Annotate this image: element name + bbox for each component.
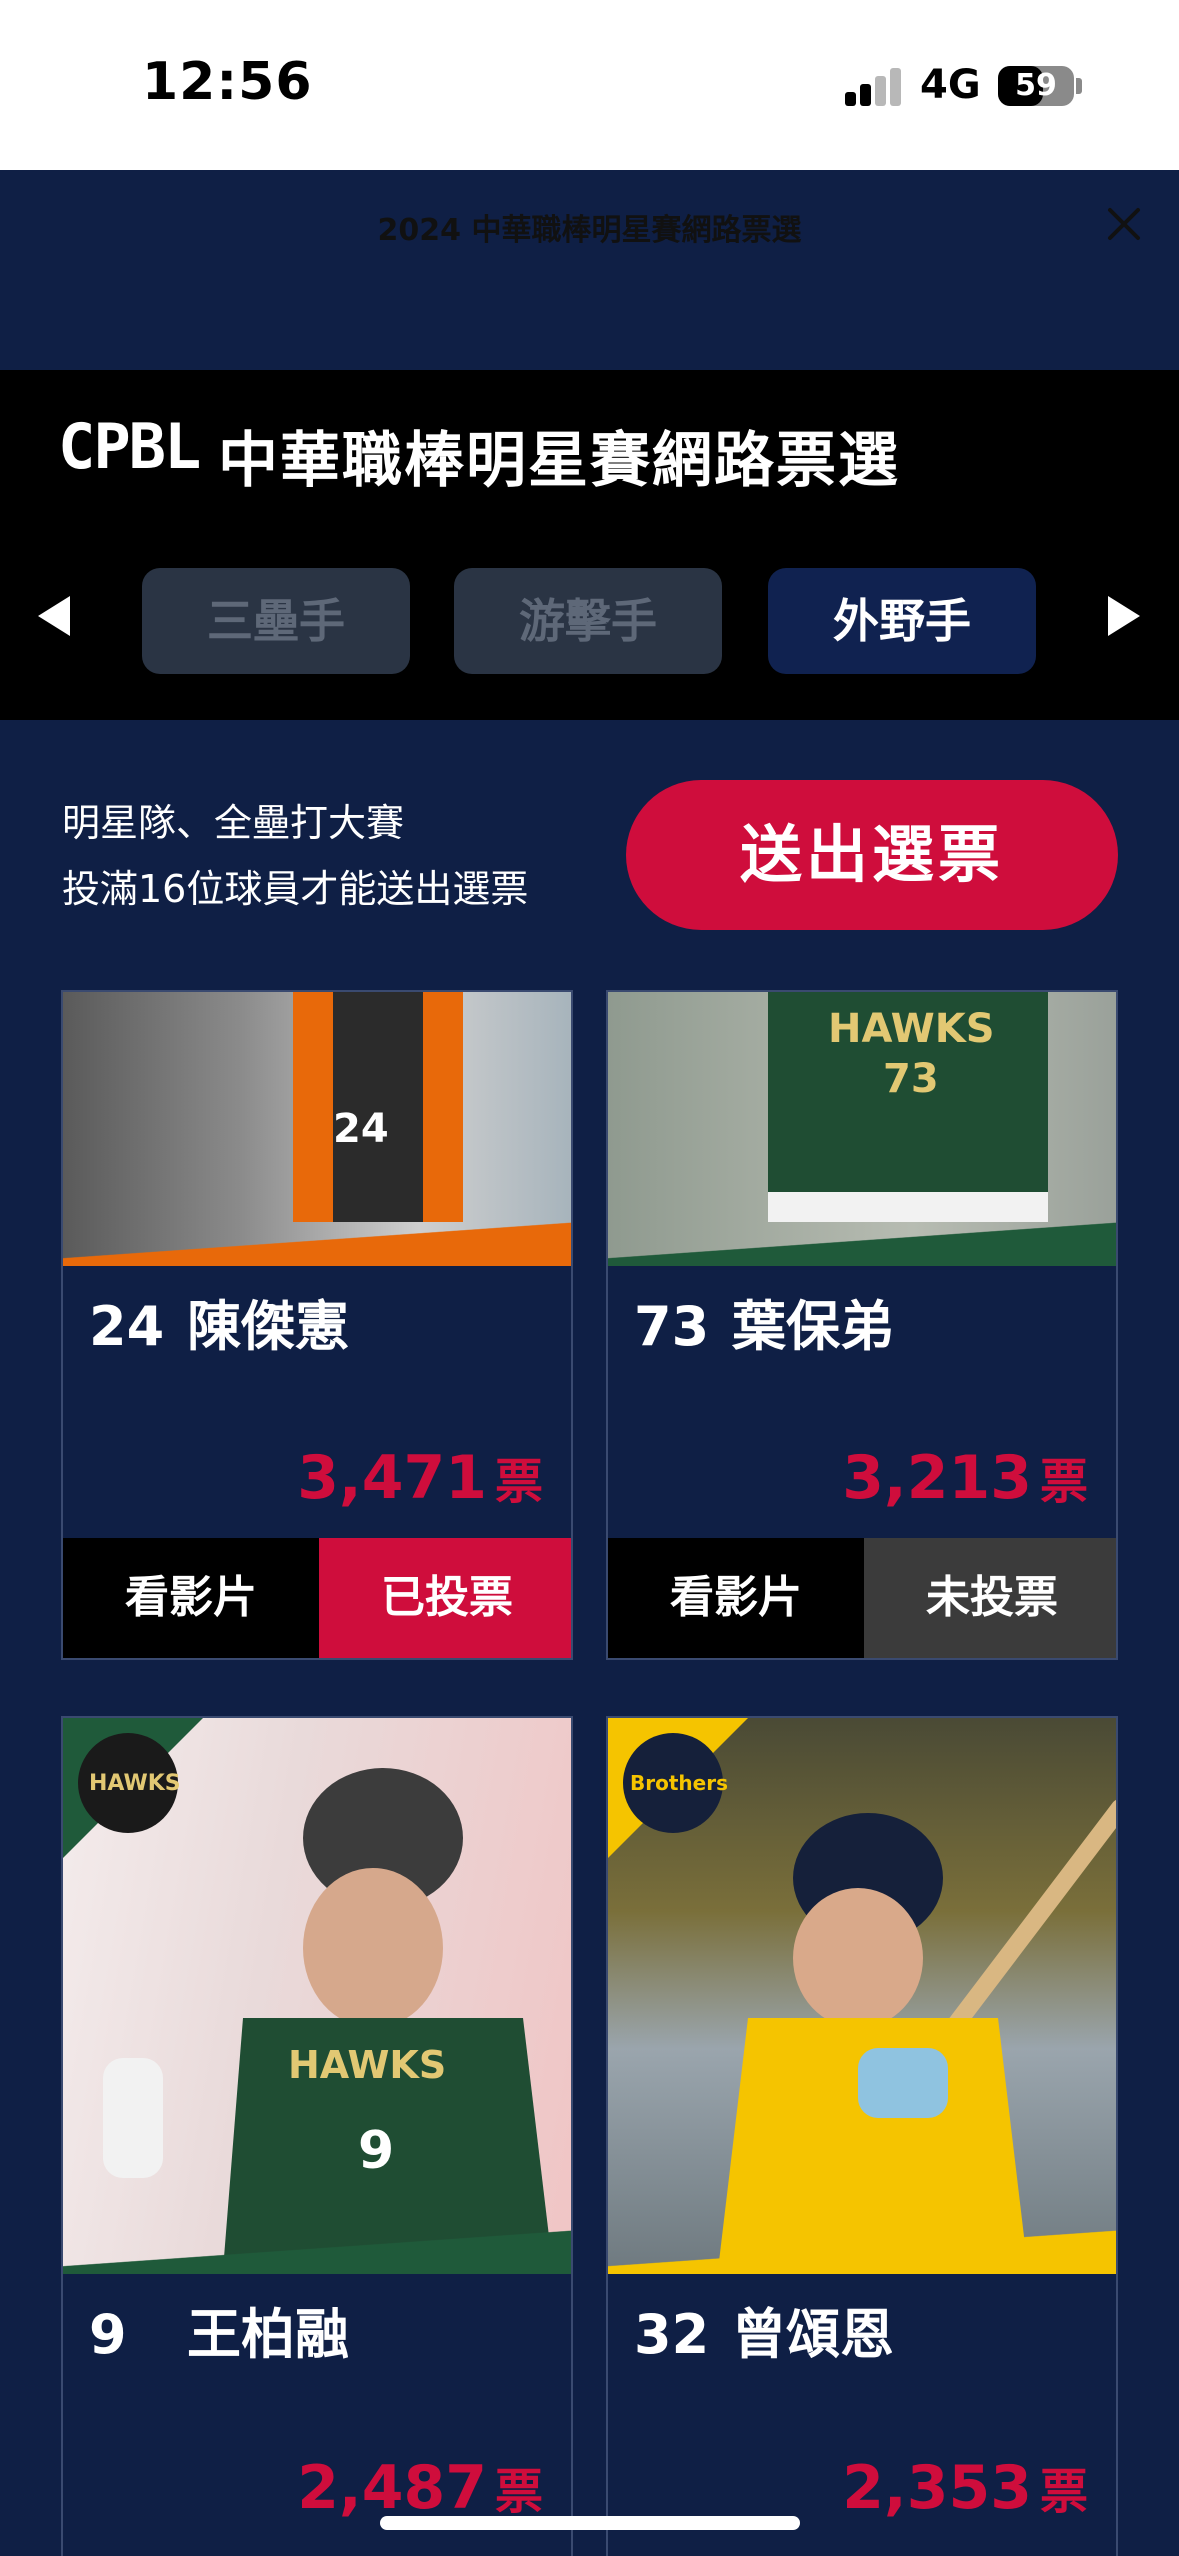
vote-number: 2,487 (297, 2453, 487, 2523)
svg-text:HAWKS: HAWKS (89, 1771, 181, 1796)
vote-number: 3,213 (842, 1443, 1032, 1513)
team-color-stripe (608, 1222, 1116, 1266)
svg-text:24: 24 (333, 1106, 389, 1152)
battery-tip (1076, 78, 1082, 94)
vote-count: 3,213 票 (842, 1442, 1088, 1513)
watch-video-button[interactable]: 看影片 (608, 1538, 864, 1658)
player-name: 9 王柏融 (89, 2290, 349, 2369)
cpbl-logo: CPBL (58, 410, 201, 483)
vote-number: 2,353 (842, 2453, 1032, 2523)
player-name-text: 王柏融 (187, 2303, 349, 2366)
instruction-line-1: 明星隊、全壘打大賽 (62, 801, 405, 845)
svg-text:Brothers: Brothers (630, 1771, 728, 1795)
svg-text:HAWKS: HAWKS (828, 1006, 995, 1052)
player-name: 32 曾頌恩 (634, 2290, 894, 2369)
network-label: 4G (920, 62, 981, 108)
close-icon[interactable] (1100, 200, 1148, 248)
webview-title: 2024 中華職棒明星賽網路票選 (377, 213, 802, 248)
page-title: 中華職棒明星賽網路票選 (218, 426, 900, 496)
triangle-left-icon[interactable] (38, 596, 70, 636)
svg-text:9: 9 (358, 2121, 394, 2181)
player-number: 32 (634, 2303, 710, 2366)
tab-outfielder[interactable]: 外野手 (768, 568, 1036, 674)
vote-unit: 票 (494, 2464, 543, 2520)
player-card: 24 24 陳傑憲 3,471 票 看影片 已投票 (61, 990, 573, 1660)
battery-icon: 59 (998, 66, 1074, 106)
player-card: HAWKS 73 73 葉保弟 3,213 票 看影片 未投票 (606, 990, 1118, 1660)
svg-text:HAWKS: HAWKS (288, 2043, 446, 2087)
status-bar: 12:56 4G 59 (0, 0, 1179, 170)
vote-unit: 票 (1039, 1454, 1088, 1510)
player-card: Brothers 32 曾頌恩 2,353 票 (606, 1716, 1118, 2556)
player-name: 24 陳傑憲 (89, 1282, 349, 1361)
team-color-stripe (608, 2230, 1116, 2274)
team-color-stripe (63, 1222, 571, 1266)
player-name-text: 陳傑憲 (187, 1295, 349, 1358)
vote-status-button[interactable]: 已投票 (319, 1538, 571, 1658)
player-name-text: 葉保弟 (732, 1295, 894, 1358)
player-number: 73 (634, 1295, 710, 1358)
tab-third-base[interactable]: 三壘手 (142, 568, 410, 674)
player-card: HAWKS 9 HAWKS 9 王柏融 2,487 票 (61, 1716, 573, 2556)
spacer (0, 280, 1179, 370)
battery-percent: 59 (1015, 68, 1057, 103)
player-number: 24 (89, 1295, 165, 1358)
submit-vote-button[interactable]: 送出選票 (626, 780, 1118, 930)
player-name: 73 葉保弟 (634, 1282, 894, 1361)
vote-number: 3,471 (297, 1443, 487, 1513)
instruction-line-2: 投滿16位球員才能送出選票 (62, 867, 529, 911)
signal-icon (845, 66, 905, 106)
player-number: 9 (89, 2303, 127, 2366)
vote-unit: 票 (1039, 2464, 1088, 2520)
vote-unit: 票 (494, 1454, 543, 1510)
vote-count: 3,471 票 (297, 1442, 543, 1513)
team-color-stripe (63, 2230, 571, 2274)
svg-text:73: 73 (883, 1056, 939, 1102)
tab-shortstop[interactable]: 游擊手 (454, 568, 722, 674)
team-logo-hawks: HAWKS (63, 1718, 213, 1872)
watch-video-button[interactable]: 看影片 (63, 1538, 319, 1658)
vote-count: 2,487 票 (297, 2452, 543, 2523)
vote-count: 2,353 票 (842, 2452, 1088, 2523)
home-indicator[interactable] (380, 2516, 800, 2530)
team-logo-brothers: Brothers (608, 1718, 758, 1872)
vote-instructions: 明星隊、全壘打大賽 投滿16位球員才能送出選票 (62, 790, 528, 922)
triangle-right-icon[interactable] (1108, 596, 1140, 636)
player-name-text: 曾頌恩 (732, 2303, 894, 2366)
status-time: 12:56 (142, 52, 313, 112)
vote-status-button[interactable]: 未投票 (864, 1538, 1116, 1658)
